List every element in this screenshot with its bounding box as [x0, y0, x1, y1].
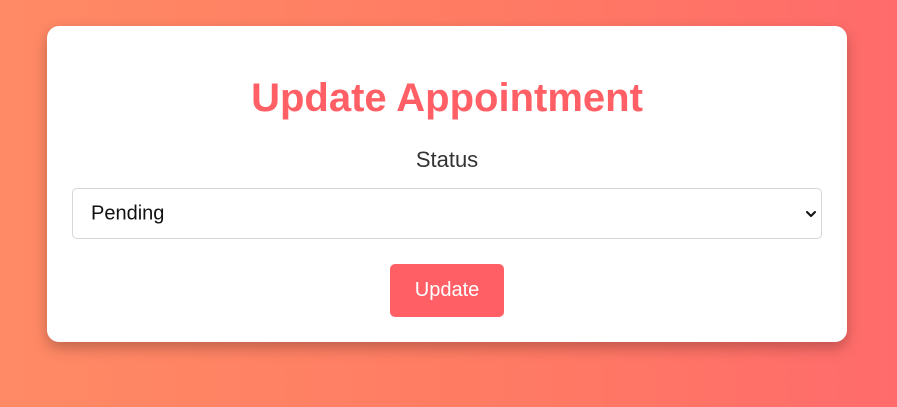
status-select[interactable]: Pending	[72, 188, 822, 239]
update-button[interactable]: Update	[390, 264, 504, 317]
update-appointment-card: Update Appointment Status Pending Update	[47, 26, 847, 342]
status-select-value: Pending	[91, 202, 165, 224]
page-title: Update Appointment	[251, 76, 643, 120]
chevron-down-icon	[806, 210, 816, 217]
status-label: Status	[415, 147, 479, 172]
